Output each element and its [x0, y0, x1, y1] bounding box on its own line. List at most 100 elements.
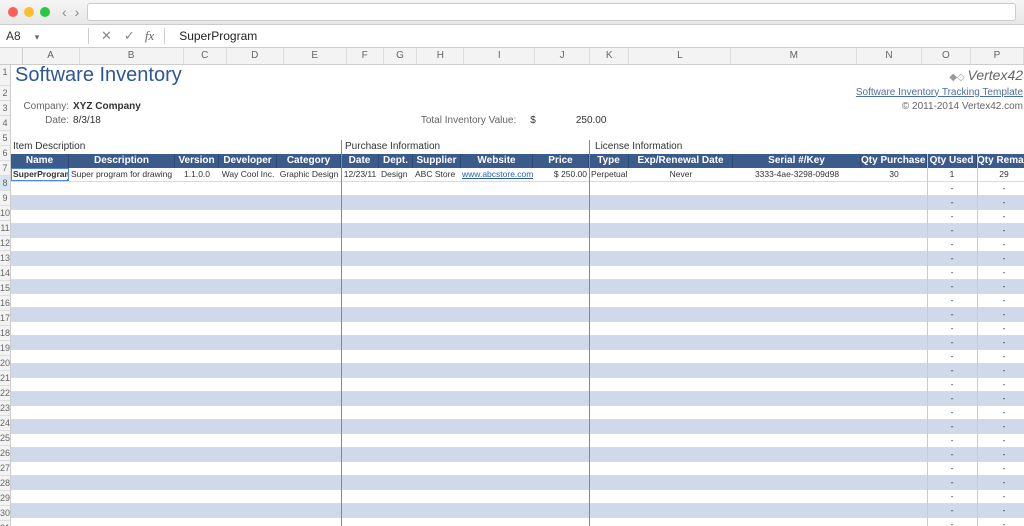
cell-empty[interactable]: [219, 350, 277, 363]
cell-empty[interactable]: [277, 308, 341, 321]
cell-empty[interactable]: [379, 182, 413, 195]
cell-empty[interactable]: [533, 322, 589, 335]
cell-empty[interactable]: [379, 420, 413, 433]
col-header[interactable]: D: [227, 48, 284, 64]
cell-empty[interactable]: [413, 518, 461, 526]
cell-supplier[interactable]: ABC Store: [413, 168, 461, 181]
th-price[interactable]: Price: [533, 154, 589, 168]
cell-empty[interactable]: [175, 490, 219, 503]
row-header[interactable]: 29: [0, 491, 10, 506]
cell-empty[interactable]: -: [927, 476, 977, 489]
cell-type[interactable]: Perpetual: [589, 168, 629, 181]
cell-empty[interactable]: [277, 392, 341, 405]
cell-empty[interactable]: [341, 238, 379, 251]
cell-empty[interactable]: [461, 392, 533, 405]
cell-empty[interactable]: [533, 336, 589, 349]
row-header[interactable]: 22: [0, 386, 10, 401]
cell-empty[interactable]: [413, 196, 461, 209]
cell-empty[interactable]: [219, 406, 277, 419]
cell-empty[interactable]: [589, 336, 629, 349]
cell-empty[interactable]: [461, 280, 533, 293]
cell-empty[interactable]: -: [977, 448, 1024, 461]
cell-empty[interactable]: [175, 294, 219, 307]
cell-empty[interactable]: [589, 238, 629, 251]
cell-empty[interactable]: [379, 210, 413, 223]
fx-icon[interactable]: fx: [141, 28, 158, 44]
cell-empty[interactable]: [341, 406, 379, 419]
cell-empty[interactable]: [277, 490, 341, 503]
cell-empty[interactable]: [629, 378, 733, 391]
cell-empty[interactable]: [277, 294, 341, 307]
cell-empty[interactable]: [69, 420, 175, 433]
cell-empty[interactable]: [11, 392, 69, 405]
cell-empty[interactable]: -: [977, 350, 1024, 363]
cell-empty[interactable]: [461, 308, 533, 321]
cell-empty[interactable]: [175, 476, 219, 489]
cell-empty[interactable]: [11, 294, 69, 307]
cell-empty[interactable]: -: [977, 280, 1024, 293]
cell-empty[interactable]: [629, 518, 733, 526]
cell-empty[interactable]: [341, 252, 379, 265]
row-header[interactable]: 30: [0, 506, 10, 521]
cell-empty[interactable]: [413, 490, 461, 503]
cell-empty[interactable]: [69, 434, 175, 447]
row-header[interactable]: 13: [0, 251, 10, 266]
cell-empty[interactable]: [219, 364, 277, 377]
cell-price[interactable]: $ 250.00: [533, 168, 589, 181]
cell-empty[interactable]: [533, 266, 589, 279]
cell-empty[interactable]: -: [977, 308, 1024, 321]
cell-empty[interactable]: -: [927, 504, 977, 517]
cell-empty[interactable]: [413, 462, 461, 475]
cell-empty[interactable]: [175, 308, 219, 321]
cell-empty[interactable]: [861, 392, 927, 405]
cell-empty[interactable]: [533, 518, 589, 526]
cell-empty[interactable]: -: [927, 406, 977, 419]
cell-empty[interactable]: [277, 280, 341, 293]
row-header[interactable]: 2: [0, 86, 10, 101]
cell-empty[interactable]: [413, 266, 461, 279]
cell-empty[interactable]: [69, 252, 175, 265]
cell-empty[interactable]: [175, 266, 219, 279]
cell-empty[interactable]: [341, 462, 379, 475]
cell-empty[interactable]: [379, 392, 413, 405]
cell-empty[interactable]: [629, 336, 733, 349]
cell-empty[interactable]: [589, 308, 629, 321]
cell-empty[interactable]: [175, 378, 219, 391]
th-website[interactable]: Website: [461, 154, 533, 168]
cell-empty[interactable]: [733, 196, 861, 209]
cell-empty[interactable]: [277, 476, 341, 489]
cell-empty[interactable]: [733, 392, 861, 405]
minimize-window-icon[interactable]: [24, 7, 34, 17]
cell-empty[interactable]: -: [977, 476, 1024, 489]
cell-empty[interactable]: [11, 266, 69, 279]
forward-icon[interactable]: ›: [75, 4, 80, 20]
cell-empty[interactable]: [629, 364, 733, 377]
cell-empty[interactable]: [413, 210, 461, 223]
cell-empty[interactable]: [219, 504, 277, 517]
cell-version[interactable]: 1.1.0.0: [175, 168, 219, 181]
cell-empty[interactable]: [733, 448, 861, 461]
cell-empty[interactable]: [861, 504, 927, 517]
cell-empty[interactable]: -: [977, 266, 1024, 279]
col-header[interactable]: O: [922, 48, 971, 64]
cell-empty[interactable]: [341, 434, 379, 447]
cell-empty[interactable]: [861, 518, 927, 526]
cell-empty[interactable]: [277, 406, 341, 419]
th-qty-purchased[interactable]: Qty Purchased: [861, 154, 927, 168]
cell-empty[interactable]: [379, 406, 413, 419]
cell-empty[interactable]: [11, 364, 69, 377]
cell-empty[interactable]: -: [927, 266, 977, 279]
cell-empty[interactable]: [277, 224, 341, 237]
col-header[interactable]: K: [590, 48, 629, 64]
close-window-icon[interactable]: [8, 7, 18, 17]
cell-empty[interactable]: [413, 224, 461, 237]
cell-empty[interactable]: [461, 196, 533, 209]
cell-empty[interactable]: -: [977, 406, 1024, 419]
cell-empty[interactable]: [379, 350, 413, 363]
cell-empty[interactable]: [219, 336, 277, 349]
cell-empty[interactable]: [219, 378, 277, 391]
cell-empty[interactable]: [733, 280, 861, 293]
cell-empty[interactable]: [277, 322, 341, 335]
cell-empty[interactable]: [589, 294, 629, 307]
cell-empty[interactable]: [461, 322, 533, 335]
